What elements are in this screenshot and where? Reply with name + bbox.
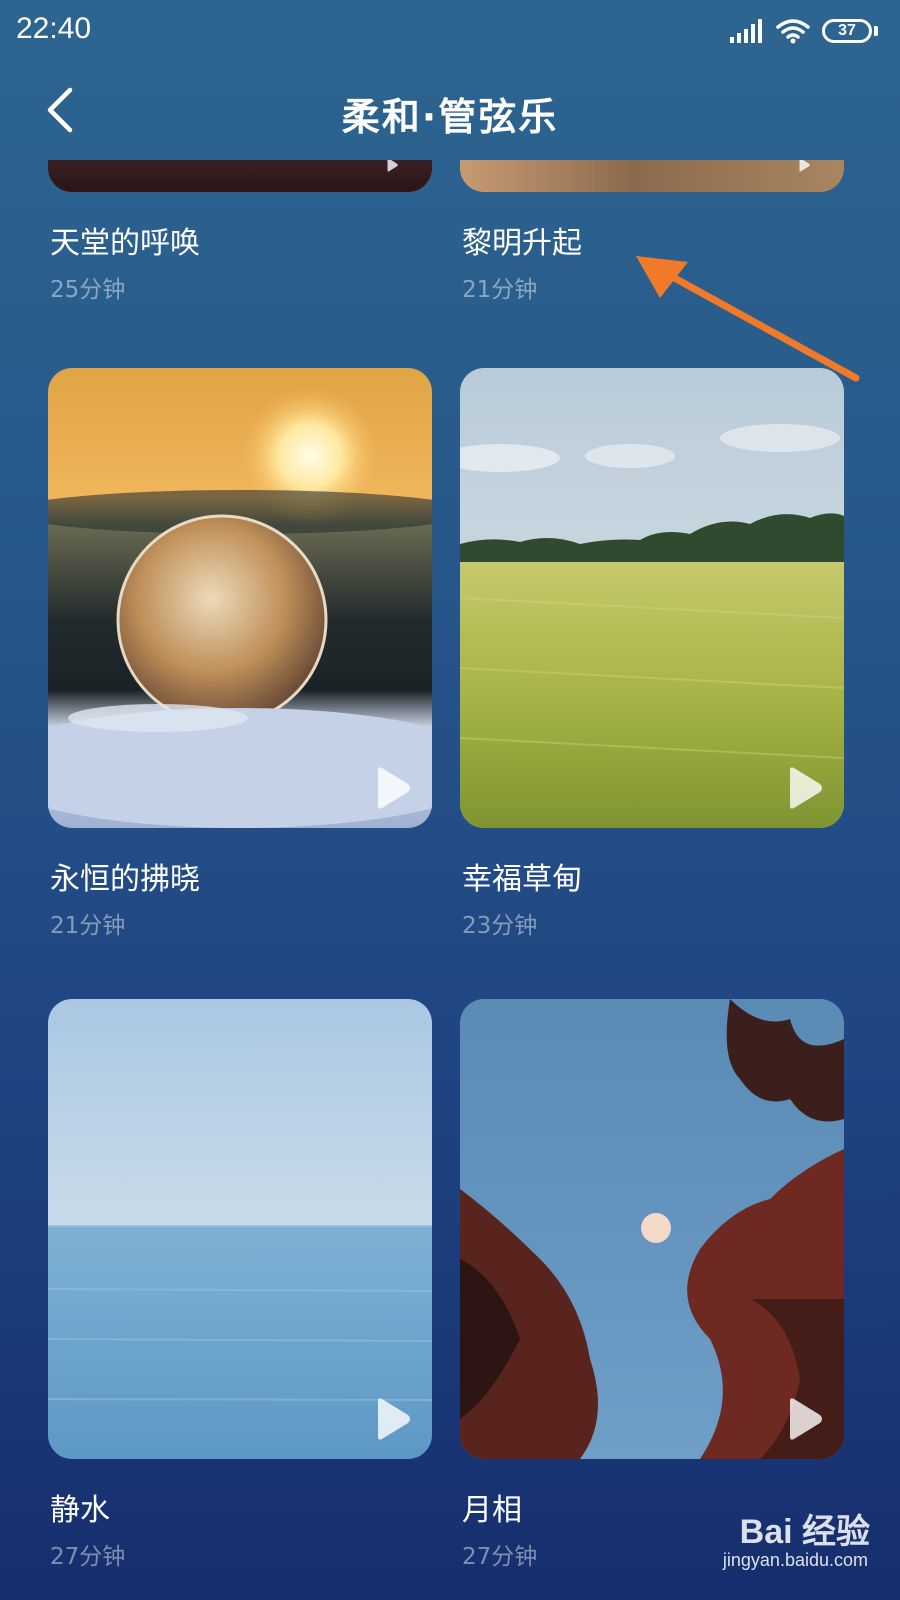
thumbnail-image (48, 999, 432, 1459)
track-duration: 21分钟 (50, 913, 126, 939)
track-duration: 21分钟 (462, 277, 538, 303)
track-thumbnail[interactable] (48, 368, 432, 828)
track-title: 永恒的拂晓 (50, 862, 200, 897)
status-bar: 22:40 37 (0, 0, 900, 64)
track-card[interactable]: 月相 27分钟 (460, 999, 844, 1570)
track-title: 天堂的呼唤 (50, 226, 200, 261)
watermark-url: jingyan.baidu.com (722, 1550, 868, 1570)
track-thumbnail[interactable] (48, 999, 432, 1459)
battery-icon: 37 (822, 19, 872, 43)
status-icons: 37 (730, 14, 878, 48)
track-card[interactable]: 天堂的呼唤 25分钟 (48, 160, 432, 303)
thumbnail-image (460, 368, 844, 828)
play-icon[interactable] (784, 160, 824, 172)
track-title: 幸福草甸 (462, 862, 582, 897)
thumbnail-image (48, 368, 432, 828)
track-card[interactable]: 永恒的拂晓 21分钟 (48, 368, 432, 939)
play-icon[interactable] (784, 1397, 824, 1441)
play-icon[interactable] (372, 766, 412, 810)
track-thumbnail[interactable] (48, 160, 432, 192)
watermark: Bai 经验 jingyan.baidu.com (670, 1504, 870, 1582)
track-card[interactable]: 幸福草甸 23分钟 (460, 368, 844, 939)
play-icon[interactable] (372, 160, 412, 172)
track-title: 月相 (462, 1493, 522, 1528)
track-duration: 27分钟 (50, 1544, 126, 1570)
track-card[interactable]: 黎明升起 21分钟 (460, 160, 844, 303)
header: 柔和·管弦乐 (0, 72, 900, 152)
track-thumbnail[interactable] (460, 999, 844, 1459)
thumbnail-image (460, 999, 844, 1459)
status-time: 22:40 (16, 12, 92, 45)
play-icon[interactable] (784, 766, 824, 810)
track-title: 黎明升起 (462, 226, 582, 261)
track-duration: 25分钟 (50, 277, 126, 303)
track-duration: 27分钟 (462, 1544, 538, 1570)
page-title: 柔和·管弦乐 (341, 95, 559, 139)
wifi-icon (776, 19, 810, 44)
track-title: 静水 (50, 1493, 110, 1528)
track-thumbnail[interactable] (460, 368, 844, 828)
track-thumbnail[interactable] (460, 160, 844, 192)
play-icon[interactable] (372, 1397, 412, 1441)
battery-tip (874, 26, 878, 36)
track-card[interactable]: 静水 27分钟 (48, 999, 432, 1570)
battery-percent: 37 (838, 22, 856, 39)
signal-icon (730, 19, 762, 43)
watermark-brand: Bai 经验 (739, 1513, 870, 1551)
track-duration: 23分钟 (462, 913, 538, 939)
